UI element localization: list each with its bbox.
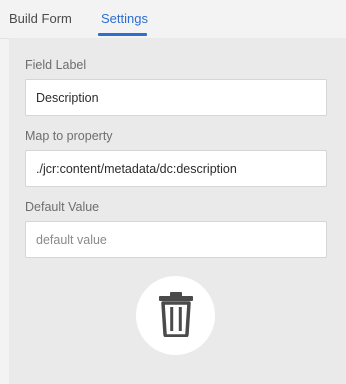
field-label-label: Field Label <box>25 58 87 72</box>
trash-icon <box>159 292 193 337</box>
default-value-input[interactable]: default value <box>25 221 327 258</box>
default-value-label: Default Value <box>25 200 100 214</box>
settings-panel-root: Build Form Settings Field Label Descript… <box>0 0 346 384</box>
field-label-input-value: Description <box>36 91 99 105</box>
tab-build-form[interactable]: Build Form <box>9 10 72 28</box>
field-label-input[interactable]: Description <box>25 79 327 116</box>
active-tab-indicator <box>98 33 147 36</box>
map-to-property-input[interactable]: ./jcr:content/metadata/dc:description <box>25 150 327 187</box>
tab-bar: Build Form Settings <box>0 0 346 39</box>
map-to-property-input-value: ./jcr:content/metadata/dc:description <box>36 162 237 176</box>
map-to-property-label: Map to property <box>25 129 113 143</box>
delete-field-button[interactable] <box>136 276 215 355</box>
default-value-placeholder: default value <box>36 233 107 247</box>
tab-settings[interactable]: Settings <box>101 10 148 28</box>
